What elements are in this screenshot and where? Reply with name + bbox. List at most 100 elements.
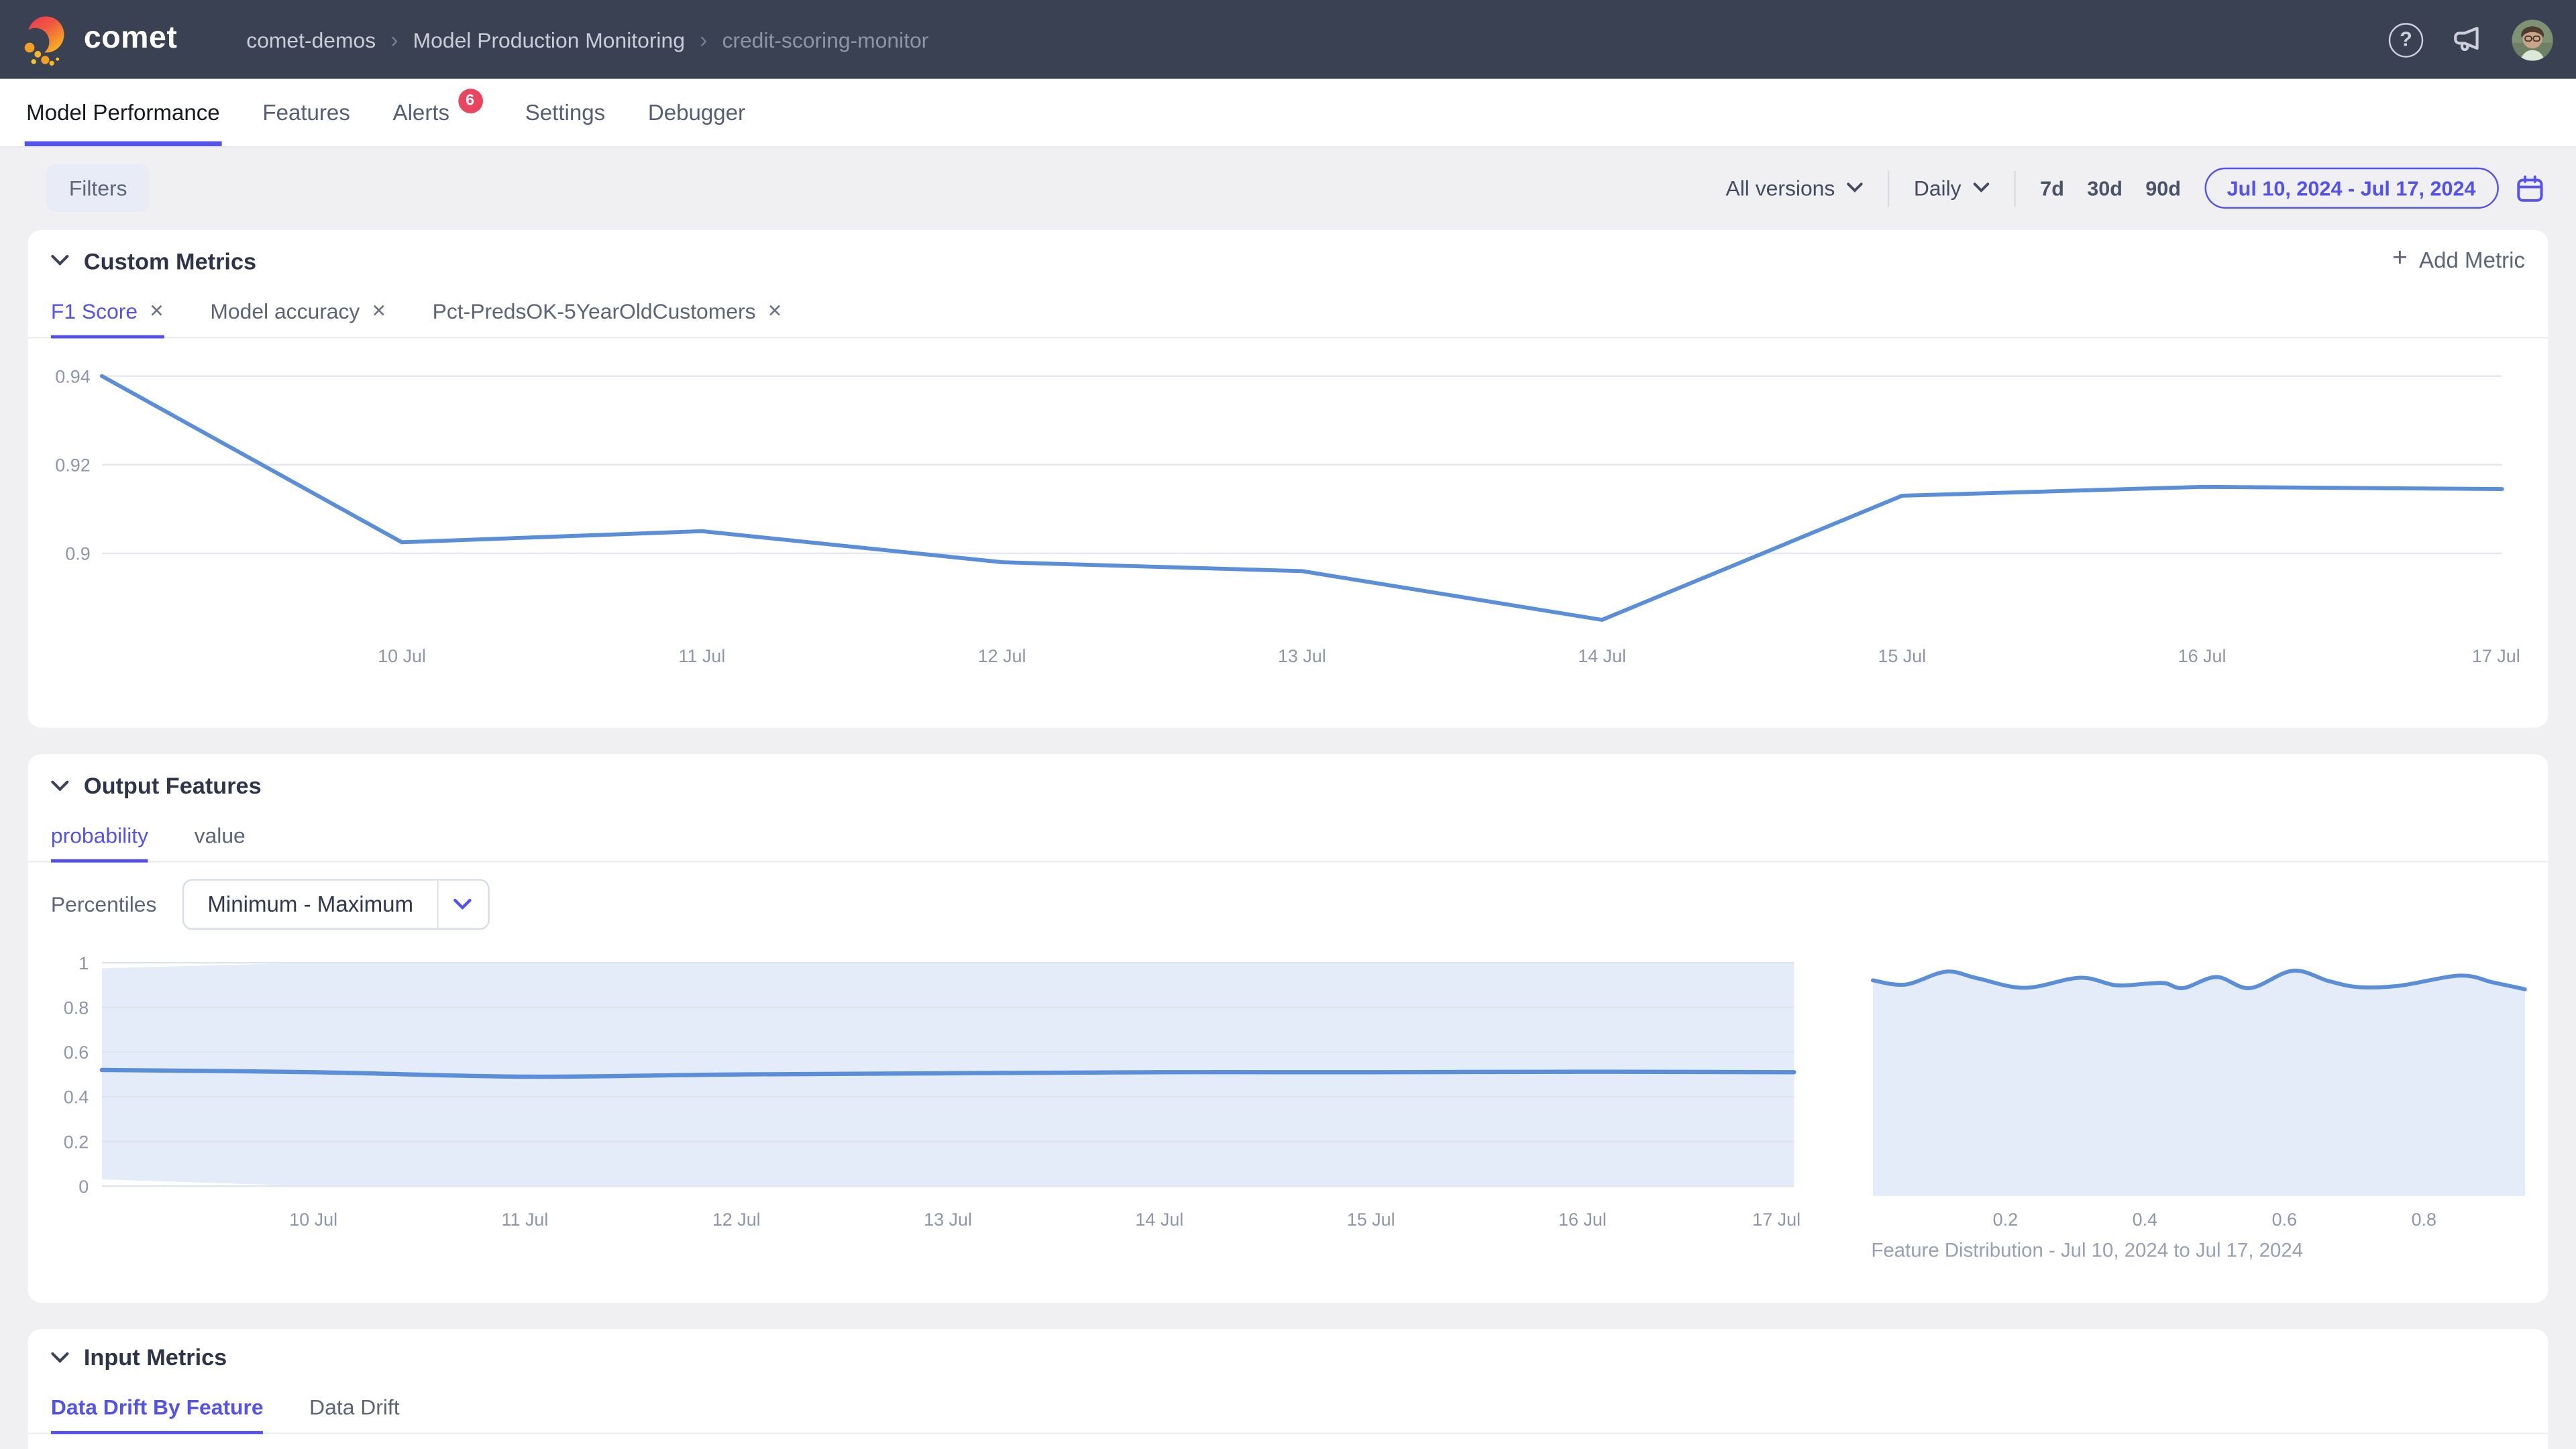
user-avatar[interactable] — [2512, 19, 2553, 60]
plus-icon: + — [2392, 245, 2408, 274]
breadcrumb-separator-icon: › — [390, 25, 398, 52]
metric-tab-model-accuracy[interactable]: Model accuracy ✕ — [210, 299, 386, 337]
probability-percentile-band-chart: 00.20.40.60.8110 Jul11 Jul12 Jul13 Jul14… — [51, 948, 1825, 1252]
svg-text:12 Jul: 12 Jul — [978, 646, 1026, 666]
feature-tab-value[interactable]: value — [195, 823, 246, 861]
svg-text:1: 1 — [78, 953, 89, 973]
add-metric-button[interactable]: + Add Metric — [2392, 246, 2525, 274]
metric-tabs: F1 Score ✕ Model accuracy ✕ Pct-PredsOK-… — [28, 299, 2548, 339]
range-90d-button[interactable]: 90d — [2145, 176, 2181, 199]
output-feature-tabs: probability value — [28, 823, 2548, 863]
breadcrumb-project[interactable]: Model Production Monitoring — [413, 27, 685, 52]
app-root: comet comet-demos › Model Production Mon… — [0, 0, 2576, 1449]
section-title: Custom Metrics — [84, 248, 256, 274]
filters-button[interactable]: Filters — [46, 164, 150, 212]
breadcrumb-workspace[interactable]: comet-demos — [246, 27, 376, 52]
breadcrumb-current-page: credit-scoring-monitor — [722, 27, 928, 52]
svg-text:0: 0 — [78, 1177, 89, 1197]
svg-text:0.4: 0.4 — [2133, 1210, 2157, 1230]
svg-text:11 Jul: 11 Jul — [502, 1210, 549, 1230]
svg-text:0.8: 0.8 — [2412, 1210, 2436, 1230]
tab-label: Debugger — [648, 100, 745, 125]
output-features-charts: 0 0.2 0.4 0.6 0.8 1 10 Jul 11 Jul 12 Jul 13 Jul 14… — [28, 948, 2548, 1296]
svg-text:0.94: 0.94 — [55, 366, 90, 386]
section-title: Input Metrics — [84, 1344, 227, 1370]
filter-toolbar-right: All versions Daily 7d 30d 90d Jul 10, 20… — [1726, 168, 2545, 209]
add-metric-label: Add Metric — [2419, 248, 2525, 273]
input-metric-tabs: Data Drift By Feature Data Drift — [28, 1395, 2548, 1434]
svg-text:13 Jul: 13 Jul — [924, 1210, 972, 1230]
metric-tab-label: Model accuracy — [210, 299, 360, 324]
range-7d-button[interactable]: 7d — [2040, 176, 2064, 199]
comet-logo[interactable]: comet — [23, 15, 177, 64]
metric-tab-pct-preds[interactable]: Pct-PredsOK-5YearOldCustomers ✕ — [433, 299, 783, 337]
feature-distribution-block: 0.20.40.60.8 Feature Distribution - Jul … — [1848, 948, 2526, 1262]
svg-text:17 Jul: 17 Jul — [1752, 1210, 1801, 1230]
divider — [1888, 170, 1889, 206]
section-title: Output Features — [84, 772, 262, 798]
svg-text:0.6: 0.6 — [64, 1042, 89, 1063]
top-navbar: comet comet-demos › Model Production Mon… — [0, 0, 2576, 79]
svg-text:10 Jul: 10 Jul — [378, 646, 426, 666]
metric-tab-label: F1 Score — [51, 299, 138, 324]
chevron-down-icon — [438, 899, 487, 910]
alerts-count-badge: 6 — [458, 89, 482, 113]
metric-tab-f1-score[interactable]: F1 Score ✕ — [51, 299, 164, 337]
custom-metrics-header: Custom Metrics + Add Metric — [28, 230, 2548, 274]
tab-debugger[interactable]: Debugger — [648, 79, 745, 146]
svg-text:15 Jul: 15 Jul — [1878, 646, 1926, 666]
custom-metrics-collapse-toggle[interactable]: Custom Metrics — [51, 248, 256, 274]
chevron-down-icon — [1846, 182, 1862, 194]
percentiles-select-value: Minimum - Maximum — [184, 892, 436, 917]
calendar-icon[interactable] — [2515, 173, 2544, 203]
breadcrumb: comet-demos › Model Production Monitorin… — [246, 27, 928, 52]
tab-alerts[interactable]: Alerts 6 — [393, 79, 483, 146]
filter-toolbar: Filters All versions Daily 7d 30d 90d — [28, 161, 2548, 215]
range-30d-button[interactable]: 30d — [2087, 176, 2123, 199]
close-icon[interactable]: ✕ — [372, 301, 387, 322]
help-icon[interactable]: ? — [2389, 22, 2423, 56]
close-icon[interactable]: ✕ — [149, 301, 164, 322]
svg-text:0.9: 0.9 — [65, 544, 90, 564]
input-tab-data-drift-by-feature[interactable]: Data Drift By Feature — [51, 1395, 264, 1432]
interval-dropdown-value: Daily — [1914, 176, 1962, 201]
svg-text:11 Jul: 11 Jul — [678, 646, 725, 666]
svg-text:10 Jul: 10 Jul — [289, 1210, 337, 1230]
input-tab-data-drift[interactable]: Data Drift — [309, 1395, 399, 1432]
output-features-header: Output Features — [28, 754, 2548, 798]
announcements-megaphone-icon[interactable] — [2449, 21, 2485, 58]
interval-dropdown[interactable]: Daily — [1914, 176, 1989, 201]
svg-text:0.4: 0.4 — [64, 1087, 89, 1108]
svg-text:14 Jul: 14 Jul — [1578, 646, 1626, 666]
svg-text:0.2: 0.2 — [1993, 1210, 2018, 1230]
percentiles-select[interactable]: Minimum - Maximum — [183, 879, 489, 930]
tab-settings[interactable]: Settings — [525, 79, 605, 146]
output-features-card: Output Features probability value Percen… — [28, 754, 2548, 1303]
svg-text:12 Jul: 12 Jul — [712, 1210, 761, 1230]
page-tabs: Model Performance Features Alerts 6 Sett… — [0, 79, 2576, 148]
chevron-down-icon — [51, 255, 69, 266]
tab-features[interactable]: Features — [262, 79, 350, 146]
svg-text:16 Jul: 16 Jul — [1558, 1210, 1607, 1230]
svg-text:0.2: 0.2 — [64, 1132, 89, 1152]
metric-tab-label: Pct-PredsOK-5YearOldCustomers — [433, 299, 756, 324]
close-icon[interactable]: ✕ — [767, 301, 783, 322]
svg-text:16 Jul: 16 Jul — [2178, 646, 2226, 666]
feature-tab-label: value — [195, 823, 246, 848]
feature-tab-label: probability — [51, 823, 148, 848]
output-features-collapse-toggle[interactable]: Output Features — [51, 772, 262, 798]
breadcrumb-separator-icon: › — [700, 25, 707, 52]
feature-tab-probability[interactable]: probability — [51, 823, 148, 861]
input-tab-label: Data Drift By Feature — [51, 1395, 264, 1419]
date-range-pill[interactable]: Jul 10, 2024 - Jul 17, 2024 — [2204, 168, 2499, 209]
comet-logo-icon — [23, 15, 67, 64]
percentiles-label: Percentiles — [51, 892, 157, 917]
versions-dropdown[interactable]: All versions — [1726, 176, 1863, 201]
svg-text:15 Jul: 15 Jul — [1347, 1210, 1395, 1230]
chevron-down-icon — [51, 780, 69, 791]
versions-dropdown-value: All versions — [1726, 176, 1835, 201]
tab-label: Settings — [525, 100, 605, 125]
input-metrics-collapse-toggle[interactable]: Input Metrics — [51, 1344, 227, 1370]
svg-text:14 Jul: 14 Jul — [1135, 1210, 1183, 1230]
tab-model-performance[interactable]: Model Performance — [26, 79, 220, 146]
